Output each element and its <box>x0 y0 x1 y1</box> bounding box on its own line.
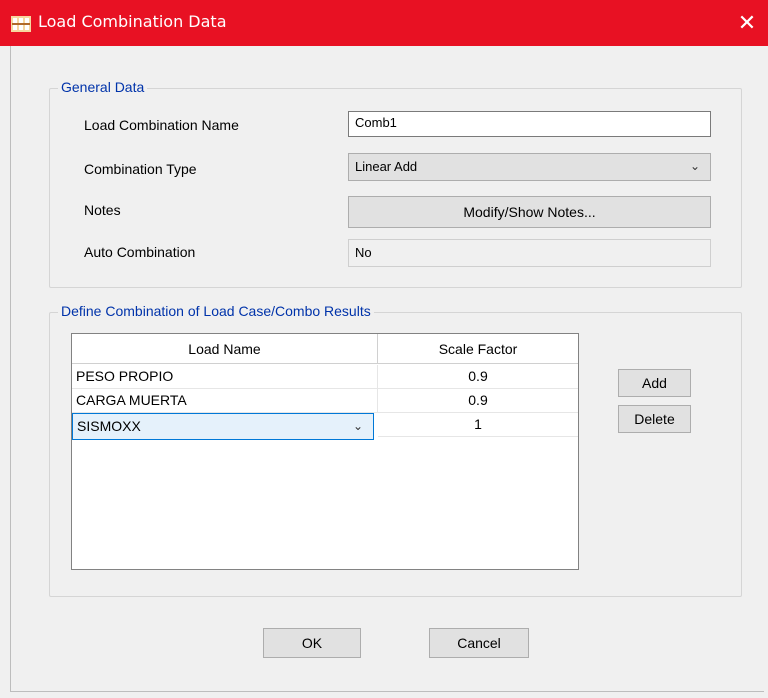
load-name-dropdown-value: SISMOXX <box>77 418 141 434</box>
load-combination-table[interactable]: Load Name Scale Factor PESO PROPIO 0.9 C… <box>71 333 579 570</box>
close-button[interactable]: ✕ <box>726 0 768 46</box>
add-button[interactable]: Add <box>618 369 691 397</box>
table-header: Load Name Scale Factor <box>72 334 578 364</box>
combination-type-select[interactable]: Linear Add ⌄ <box>348 153 711 181</box>
app-icon <box>11 16 31 32</box>
ok-button[interactable]: OK <box>263 628 361 658</box>
dialog-body: General Data Load Combination Name Comb1… <box>10 46 764 692</box>
combination-name-label: Load Combination Name <box>84 117 239 133</box>
general-data-group: General Data Load Combination Name Comb1… <box>49 79 742 288</box>
column-header-load-name[interactable]: Load Name <box>72 334 378 364</box>
combination-type-label: Combination Type <box>84 161 197 177</box>
chevron-down-icon: ⌄ <box>689 159 700 173</box>
delete-button[interactable]: Delete <box>618 405 691 433</box>
auto-combination-label: Auto Combination <box>84 244 196 260</box>
define-combination-legend: Define Combination of Load Case/Combo Re… <box>58 303 374 319</box>
load-name-cell[interactable]: PESO PROPIO <box>72 365 378 389</box>
auto-combination-value: No <box>348 239 711 267</box>
load-name-cell[interactable]: CARGA MUERTA <box>72 389 378 413</box>
title-bar: Load Combination Data ✕ <box>0 0 768 46</box>
chevron-down-icon: ⌄ <box>352 419 363 433</box>
close-icon: ✕ <box>737 10 757 36</box>
cancel-button[interactable]: Cancel <box>429 628 529 658</box>
table-row[interactable]: SISMOXX ⌄ 1 <box>72 413 578 440</box>
scale-factor-cell[interactable]: 0.9 <box>378 389 578 413</box>
combination-name-input[interactable]: Comb1 <box>348 111 711 137</box>
combination-type-value: Linear Add <box>355 159 418 174</box>
table-row[interactable]: CARGA MUERTA 0.9 <box>72 389 578 413</box>
general-data-legend: General Data <box>58 79 148 95</box>
scale-factor-cell[interactable]: 0.9 <box>378 365 578 389</box>
column-header-scale-factor[interactable]: Scale Factor <box>378 334 578 364</box>
scale-factor-cell[interactable]: 1 <box>378 413 578 437</box>
define-combination-group: Define Combination of Load Case/Combo Re… <box>49 303 742 597</box>
table-row[interactable]: PESO PROPIO 0.9 <box>72 365 578 389</box>
modify-show-notes-button[interactable]: Modify/Show Notes... <box>348 196 711 228</box>
window-title: Load Combination Data <box>38 12 227 31</box>
notes-label: Notes <box>84 202 121 218</box>
load-name-dropdown[interactable]: SISMOXX ⌄ <box>72 413 374 440</box>
